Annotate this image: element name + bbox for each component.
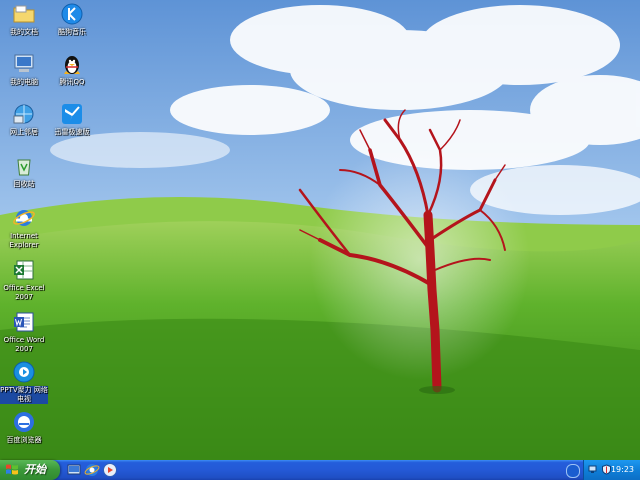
desktop-icon-label: 回收站 <box>13 180 35 188</box>
desktop-icon-qq[interactable]: 腾讯QQ <box>48 52 96 87</box>
desktop-icon-label: 我的电脑 <box>10 78 38 86</box>
desktop-icon-my-documents[interactable]: 我的文档 <box>0 2 48 37</box>
start-button[interactable]: 开始 <box>0 460 60 480</box>
desktop-icon-label: PPTV聚力 网络电视 <box>0 386 48 404</box>
desktop-icon-thunder[interactable]: 迅雷极速版 <box>48 102 96 137</box>
excel-icon <box>14 260 34 280</box>
qq-penguin-icon <box>64 56 80 74</box>
clock[interactable]: 19:23 <box>611 460 634 480</box>
desktop-icon-kugou[interactable]: 酷狗音乐 <box>48 2 96 37</box>
desktop-icon-label: 迅雷极速版 <box>54 128 90 136</box>
desktop-icon-my-computer[interactable]: 我的电脑 <box>0 52 48 87</box>
desktop-icon-pptv[interactable]: PPTV聚力 网络电视 <box>0 360 48 404</box>
desktop-icon-excel[interactable]: Office Excel 2007 <box>0 258 48 302</box>
word-icon <box>14 312 34 332</box>
desktop-icon-network[interactable]: 网上邻居 <box>0 102 48 137</box>
network-icon <box>13 104 34 124</box>
ie-icon <box>13 210 35 226</box>
show-desktop-icon[interactable] <box>66 462 82 478</box>
desktop-icon-label: 酷狗音乐 <box>58 28 86 36</box>
desktop-icon-internet-explorer[interactable]: Internet Explorer <box>0 206 48 250</box>
thunder-bird-icon <box>62 104 82 124</box>
desktop-icon-label: 百度浏览器 <box>6 436 42 444</box>
desktop-icon-label: Office Word 2007 <box>3 336 45 353</box>
kugou-icon <box>61 3 83 25</box>
desktop-icon-baidu-browser[interactable]: 百度浏览器 <box>0 410 48 445</box>
desktop[interactable]: 我的文档 我的电脑 网上邻居 回收站 Internet Explorer Off… <box>0 0 640 460</box>
ie-icon[interactable] <box>84 462 100 478</box>
start-label: 开始 <box>24 463 46 476</box>
desktop-icon-word[interactable]: Office Word 2007 <box>0 310 48 354</box>
desktop-icon-label: Internet Explorer <box>9 232 39 249</box>
recycle-bin-icon <box>17 159 31 176</box>
show-hidden-icons-button[interactable] <box>566 464 580 478</box>
system-tray: 19:23 <box>583 460 640 480</box>
network-status-icon[interactable] <box>588 464 599 475</box>
wallpaper <box>0 0 640 460</box>
desktop-icon-label: 腾讯QQ <box>59 78 85 86</box>
desktop-icon-recycle-bin[interactable]: 回收站 <box>0 154 48 189</box>
desktop-icon-label: 网上邻居 <box>10 128 38 136</box>
media-player-icon[interactable] <box>102 462 118 478</box>
taskbar: 开始 19:23 <box>0 460 640 480</box>
computer-icon <box>14 54 34 72</box>
pptv-icon <box>13 361 35 383</box>
desktop-icon-label: 我的文档 <box>10 28 38 36</box>
windows-flag-icon <box>6 464 18 475</box>
baidu-browser-icon <box>14 412 34 432</box>
desktop-icon-label: Office Excel 2007 <box>3 284 45 301</box>
folder-icon <box>13 5 35 23</box>
